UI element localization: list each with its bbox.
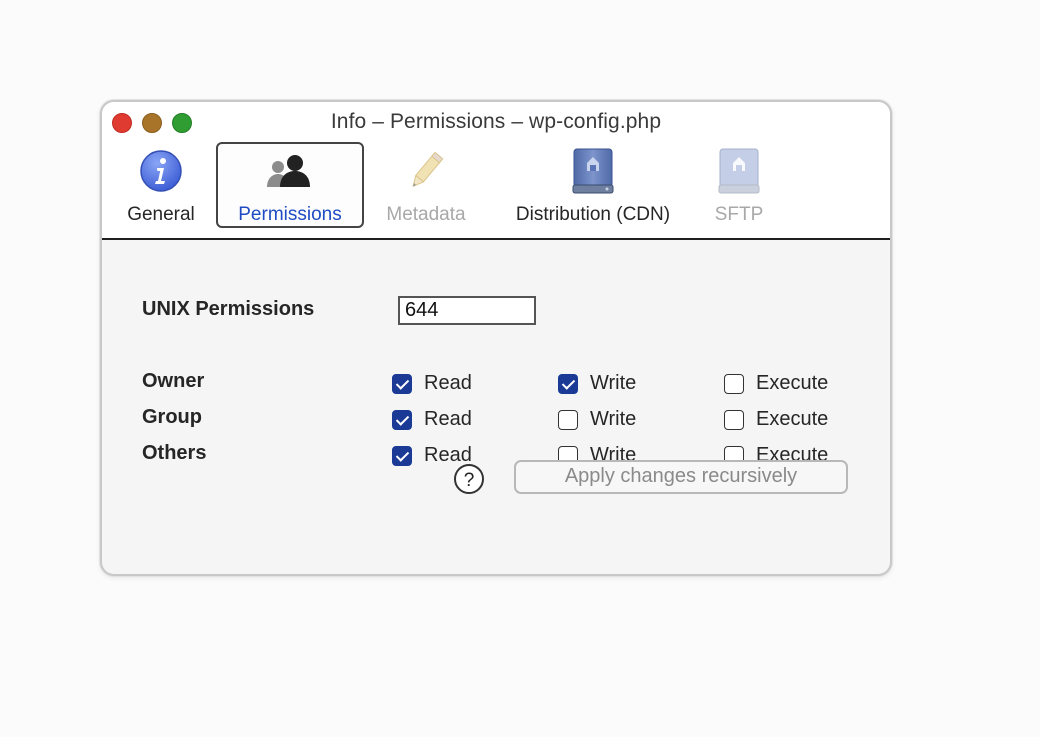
- group-label: Group: [142, 406, 202, 428]
- checkbox-checked-icon[interactable]: [392, 373, 412, 394]
- unix-permissions-input[interactable]: [398, 296, 536, 325]
- tab-sftp[interactable]: SFTP: [702, 142, 776, 228]
- group-execute-checkbox[interactable]: Execute: [724, 408, 828, 431]
- permission-row-group: Group Read Write Execute: [102, 404, 890, 434]
- tab-distribution-cdn[interactable]: Distribution (CDN): [502, 142, 684, 228]
- owner-read-checkbox[interactable]: Read: [392, 372, 472, 395]
- checkbox-checked-icon[interactable]: [392, 409, 412, 430]
- others-read-checkbox[interactable]: Read: [392, 444, 472, 467]
- owner-label: Owner: [142, 370, 205, 392]
- checkbox-checked-icon[interactable]: [558, 373, 578, 394]
- execute-label: Execute: [756, 408, 829, 430]
- tab-permissions[interactable]: Permissions: [216, 142, 364, 228]
- drive-icon: [713, 146, 765, 196]
- toolbar: Info – Permissions – wp-config.php Gener: [102, 102, 890, 240]
- checkbox-checked-icon[interactable]: [392, 445, 412, 466]
- info-window: Info – Permissions – wp-config.php Gener: [100, 100, 892, 576]
- tab-general[interactable]: General: [116, 142, 206, 228]
- permissions-panel: UNIX Permissions Owner Read Write Execut…: [102, 240, 890, 574]
- tab-metadata[interactable]: Metadata: [378, 142, 474, 228]
- unix-permissions-label: UNIX Permissions: [142, 298, 315, 320]
- info-icon: [135, 146, 187, 196]
- users-icon: [264, 148, 316, 198]
- owner-write-checkbox[interactable]: Write: [558, 372, 636, 395]
- tab-general-label: General: [127, 204, 195, 225]
- tab-distribution-label: Distribution (CDN): [515, 204, 671, 225]
- apply-recursively-button[interactable]: Apply changes recursively: [514, 460, 848, 494]
- tab-metadata-label: Metadata: [386, 204, 466, 225]
- group-read-checkbox[interactable]: Read: [392, 408, 472, 431]
- owner-execute-checkbox[interactable]: Execute: [724, 372, 828, 395]
- execute-label: Execute: [756, 372, 829, 394]
- drive-icon: [567, 146, 619, 196]
- checkbox-unchecked-icon[interactable]: [724, 409, 744, 430]
- permission-row-owner: Owner Read Write Execute: [102, 368, 890, 398]
- checkbox-unchecked-icon[interactable]: [558, 409, 578, 430]
- read-label: Read: [424, 372, 472, 394]
- checkbox-unchecked-icon[interactable]: [724, 373, 744, 394]
- tab-sftp-label: SFTP: [714, 204, 764, 225]
- help-button[interactable]: ?: [454, 464, 484, 494]
- read-label: Read: [424, 408, 472, 430]
- window-title: Info – Permissions – wp-config.php: [330, 110, 662, 133]
- write-label: Write: [590, 372, 637, 394]
- group-write-checkbox[interactable]: Write: [558, 408, 636, 431]
- tab-permissions-label: Permissions: [238, 204, 342, 225]
- write-label: Write: [590, 408, 637, 430]
- others-label: Others: [142, 442, 207, 464]
- pencil-icon: [400, 146, 452, 196]
